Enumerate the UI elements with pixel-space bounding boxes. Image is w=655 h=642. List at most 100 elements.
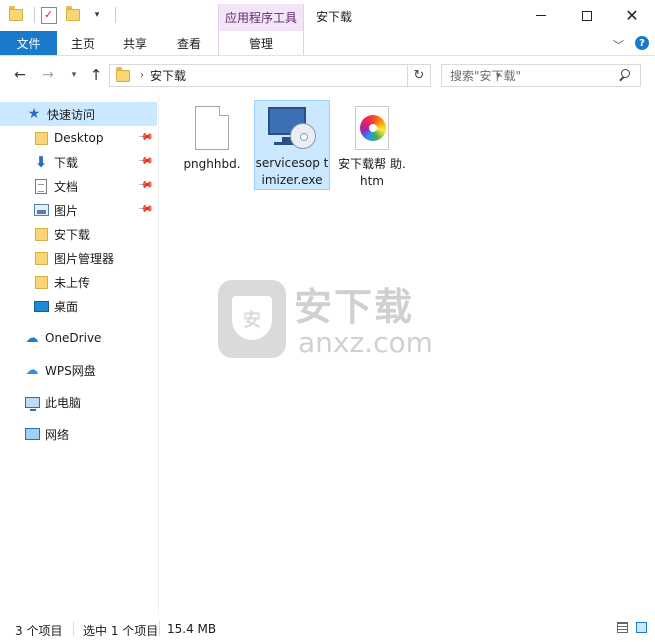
close-button[interactable]: ✕ [609,0,655,31]
sidebar-item-quick-access[interactable]: ★ 快速访问 [0,102,157,126]
window-title: 安下载 [316,10,353,24]
file-item[interactable]: 安下载帮 助.htm [334,100,410,190]
watermark: 安下载 anxz.com [218,278,438,362]
back-button[interactable]: ← [10,65,30,85]
watermark-text: 安下载 [294,285,415,329]
title-bar: ▾ 应用程序工具 安下载 ✕ [0,0,655,31]
blank-file-icon [195,106,229,150]
sidebar-item-wps[interactable]: ☁ WPS网盘 [0,358,157,382]
toolbar-divider [115,7,116,23]
refresh-icon: ↻ [413,68,425,83]
network-icon [24,426,40,442]
star-icon: ★ [27,106,41,122]
file-name: servicesop timizer.exe [255,156,329,187]
sidebar-item-onedrive[interactable]: ☁ OneDrive [0,326,157,350]
pane-divider[interactable] [158,94,159,615]
status-divider [73,621,74,636]
folder-icon [33,226,49,242]
item-count: 3 个项目 [15,624,63,638]
tab-file[interactable]: 文件 [0,31,57,55]
details-view-button[interactable] [617,622,628,633]
sidebar-item-pictures[interactable]: 图片 📌 [0,198,157,222]
sidebar-item-label: 文档 [54,179,79,194]
new-folder-button[interactable] [63,5,83,25]
properties-button[interactable] [39,5,59,25]
sidebar-item-not-uploaded[interactable]: 未上传 [0,270,157,294]
watermark-logo-icon [218,280,286,358]
file-name: pnghhbd. [183,157,241,171]
sidebar-item-desktop[interactable]: Desktop 📌 [0,126,157,150]
up-arrow-icon: ↑ [89,66,103,84]
recent-locations-button[interactable]: ▾ [64,65,84,85]
sidebar-item-label: 未上传 [54,275,91,290]
file-name: 安下载帮 助.htm [338,157,406,188]
large-icons-view-button[interactable] [636,622,647,633]
exe-setup-icon [266,105,318,149]
tab-view[interactable]: 查看 [165,31,213,55]
status-divider [159,621,160,636]
file-item-selected[interactable]: servicesop timizer.exe [254,100,330,190]
quick-access-toolbar: ▾ [6,5,116,25]
pin-icon: 📌 [136,153,154,170]
sidebar-item-label: 下载 [54,155,79,170]
selected-count: 选中 1 个项目 [83,624,159,638]
sidebar-item-documents[interactable]: 文档 📌 [0,174,157,198]
customize-toolbar-dropdown[interactable]: ▾ [87,5,107,25]
context-tab-group-label: 应用程序工具 [218,4,304,31]
picture-icon [33,202,49,218]
up-button[interactable]: ↑ [86,65,106,85]
download-arrow-icon: ⬇ [34,153,48,171]
expand-ribbon-chevron-icon[interactable]: ﹀ [613,37,624,53]
cloud-icon: ☁ [25,330,39,346]
folder-icon [33,250,49,266]
sidebar-item-label: Desktop [54,131,104,145]
sidebar-item-downloads[interactable]: ⬇ 下载 📌 [0,150,157,174]
maximize-icon [582,10,592,21]
maximize-button[interactable] [564,0,610,31]
folder-icon [33,274,49,290]
sidebar-item-label: 图片管理器 [54,251,115,266]
sidebar-item-label: 快速访问 [47,107,96,122]
sidebar-item-anxz[interactable]: 安下载 [0,222,157,246]
minimize-icon [536,15,546,16]
chevron-down-icon: ▾ [71,70,77,80]
breadcrumb-item[interactable]: 安下载 [150,67,186,84]
pin-icon: 📌 [136,177,154,194]
sidebar-item-image-manager[interactable]: 图片管理器 [0,246,157,270]
help-icon[interactable]: ? [635,36,649,50]
address-bar[interactable]: › 安下载 ▾ [109,64,501,87]
sidebar-item-label: OneDrive [45,331,102,345]
status-bar: 3 个项目 选中 1 个项目 15.4 MB [0,615,655,642]
sidebar-item-network[interactable]: 网络 [0,422,157,446]
minimize-button[interactable] [518,0,564,31]
sidebar-item-label: WPS网盘 [45,363,96,378]
close-icon: ✕ [625,6,639,25]
breadcrumb-chevron-icon[interactable]: › [140,70,144,81]
tab-manage[interactable]: 管理 [218,31,304,55]
pin-icon: 📌 [136,201,154,218]
pin-icon: 📌 [136,129,154,146]
back-arrow-icon: ← [14,67,26,83]
file-item[interactable]: pnghhbd. [174,100,250,190]
selected-size: 15.4 MB [167,622,217,636]
toolbar-divider [34,7,35,23]
forward-button[interactable]: → [38,65,58,85]
computer-icon [24,394,40,411]
navigation-pane: ★ 快速访问 Desktop 📌 ⬇ 下载 📌 文档 📌 图片 📌 安下载 图片… [0,94,159,615]
search-box[interactable] [441,64,641,87]
tab-home[interactable]: 主页 [59,31,107,55]
sidebar-item-label: 此电脑 [45,395,82,410]
htm-file-icon [355,106,389,150]
forward-arrow-icon: → [42,67,54,83]
folder-icon [6,5,26,25]
search-input[interactable] [450,68,618,83]
sidebar-item-desktop-cn[interactable]: 桌面 [0,294,157,318]
sidebar-item-label: 桌面 [54,299,79,314]
sidebar-item-label: 图片 [54,203,79,218]
refresh-button[interactable]: ↻ [408,64,431,87]
search-icon[interactable] [618,69,632,83]
sidebar-item-label: 网络 [45,427,70,442]
sidebar-item-this-pc[interactable]: 此电脑 [0,390,157,414]
properties-icon [41,6,57,24]
tab-share[interactable]: 共享 [111,31,159,55]
